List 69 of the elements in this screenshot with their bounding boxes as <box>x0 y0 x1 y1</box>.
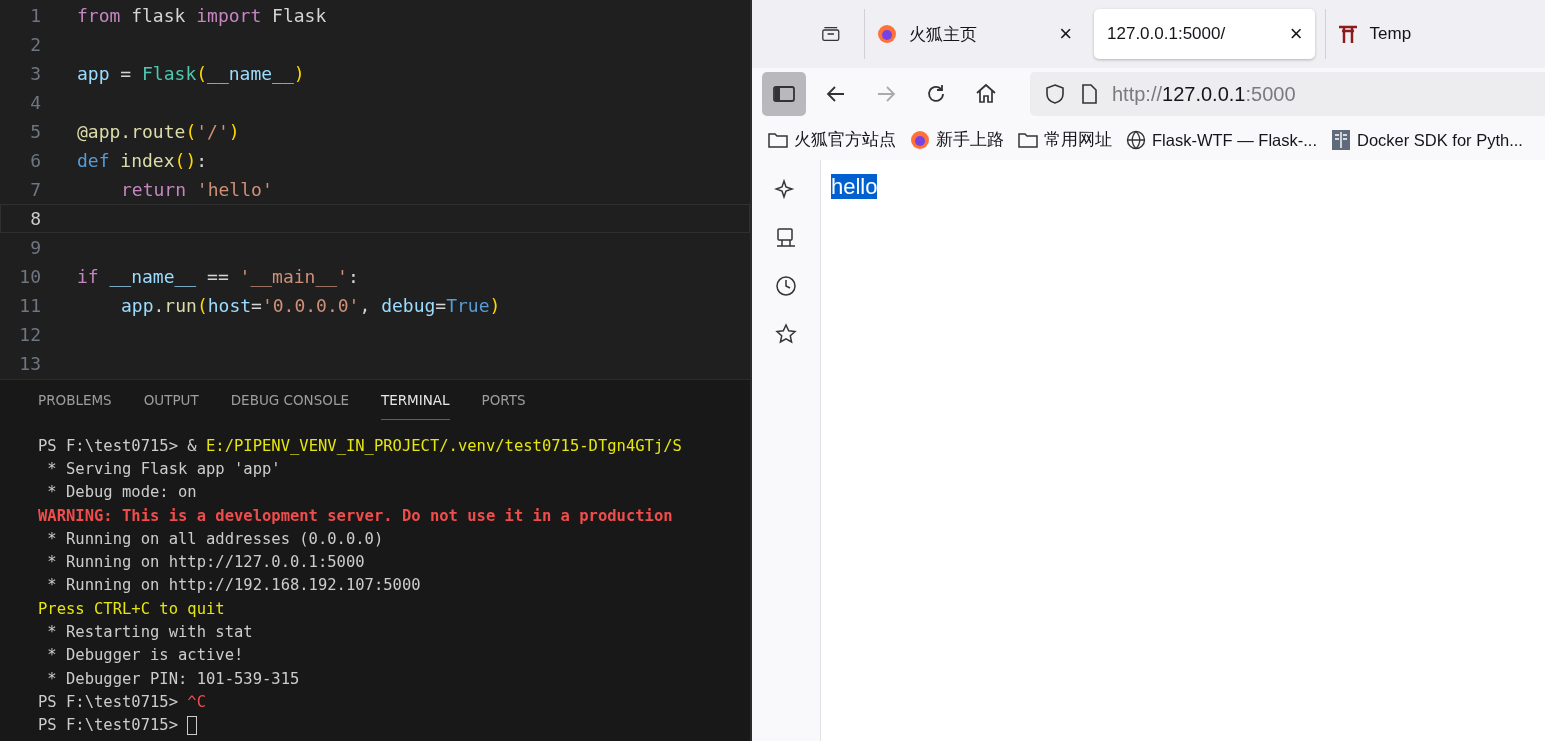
line-number: 11 <box>18 295 42 316</box>
panel-tab[interactable]: OUTPUT <box>143 392 199 420</box>
code-line: return 'hello' <box>120 179 273 200</box>
terminal-text: ^C <box>187 692 206 711</box>
code-line: from flask import Flask <box>77 5 327 26</box>
line-number: 6 <box>29 150 42 171</box>
gate-icon <box>1337 24 1358 44</box>
cursor-icon <box>187 715 198 735</box>
panel-tab[interactable]: PORTS <box>481 392 526 420</box>
browser-logo-icon <box>910 130 930 150</box>
panel-tab[interactable]: TERMINAL <box>380 392 450 420</box>
terminal-text: * Debug mode: on <box>46 483 197 502</box>
address-bar[interactable]: http://127.0.0.1:5000 <box>1030 72 1545 116</box>
line-number: 4 <box>29 92 42 113</box>
panel-tab[interactable]: DEBUG CONSOLE <box>230 392 349 420</box>
shield-icon <box>1044 83 1066 105</box>
terminal-text: * Running on http://192.168.192.107:5000 <box>46 576 421 595</box>
code-line: if __name__ == '__main__': <box>77 266 359 287</box>
panel-tab[interactable]: PROBLEMS <box>38 392 112 420</box>
line-number: 1 <box>29 5 42 26</box>
terminal-text: * Restarting with stat <box>46 623 253 641</box>
browser-tab[interactable]: 火狐主页 × <box>863 9 1085 59</box>
terminal-text: Press CTRL+C to quit <box>38 599 225 618</box>
bookmark-item[interactable]: Docker SDK for Pyth... <box>1331 129 1523 151</box>
home-icon[interactable] <box>974 82 998 106</box>
line-number: 10 <box>18 266 42 287</box>
url-text: http://127.0.0.1:5000 <box>1112 82 1296 106</box>
terminal-text: * Debugger is active! <box>46 646 244 665</box>
code-line: def index(): <box>77 150 208 171</box>
clock-icon[interactable] <box>774 274 798 298</box>
line-number: 3 <box>29 63 42 84</box>
terminal-text: * Running on all addresses (0.0.0.0) <box>46 529 384 548</box>
line-number: 8 <box>29 208 42 229</box>
terminal-text: * Serving Flask app 'app' <box>46 459 281 478</box>
close-button[interactable]: × <box>1289 21 1303 47</box>
browser-tab[interactable]: Temp <box>1324 9 1545 59</box>
terminal-text: PS F:\test0715> <box>38 716 179 735</box>
page-icon <box>1080 84 1098 104</box>
line-number: 2 <box>29 34 42 55</box>
code-line: app = Flask(__name__) <box>77 63 305 84</box>
line-number: 5 <box>29 121 42 142</box>
bookmark-item[interactable]: 新手上路 <box>910 129 1004 151</box>
bookmark-item[interactable]: Flask-WTF — Flask-... <box>1126 130 1317 150</box>
bookmark-item[interactable]: 火狐官方站点 <box>768 129 896 151</box>
code-line: @app.route('/') <box>77 121 240 142</box>
devices-icon[interactable] <box>774 226 798 250</box>
sidebar-toggle-icon[interactable] <box>762 72 806 116</box>
line-number: 12 <box>18 324 42 345</box>
globe-icon <box>1126 130 1146 150</box>
terminal-text: E:/PIPENV_VENV_IN_PROJECT/.venv/test0715-DTgn4GTj/S <box>206 436 682 455</box>
line-number: 9 <box>29 237 42 258</box>
line-number: 7 <box>29 179 42 200</box>
terminal-text: PS F:\test0715> & <box>38 436 198 455</box>
code-line: app.run(host='0.0.0.0', debug=True) <box>120 295 501 316</box>
terminal-text: * Debugger PIN: 101-539-315 <box>46 669 300 688</box>
folder-icon <box>768 131 788 149</box>
browser-tab[interactable]: 127.0.0.1:5000/ × <box>1094 9 1315 59</box>
terminal-text: * Running on http://127.0.0.1:5000 <box>46 553 365 572</box>
tab-list-icon[interactable] <box>822 25 840 43</box>
line-number: 13 <box>18 353 42 374</box>
browser-logo-icon <box>876 24 897 44</box>
star-icon[interactable] <box>774 322 798 346</box>
terminal-text: WARNING: This is a development server. Do not use it in a production <box>38 506 673 525</box>
bookmark-item[interactable]: 常用网址 <box>1018 129 1112 151</box>
page-text: hello <box>831 174 878 199</box>
terminal-text: PS F:\test0715> <box>38 692 179 711</box>
close-button[interactable]: × <box>1059 21 1073 47</box>
folder-icon <box>1018 131 1038 149</box>
document-icon <box>1331 129 1351 151</box>
